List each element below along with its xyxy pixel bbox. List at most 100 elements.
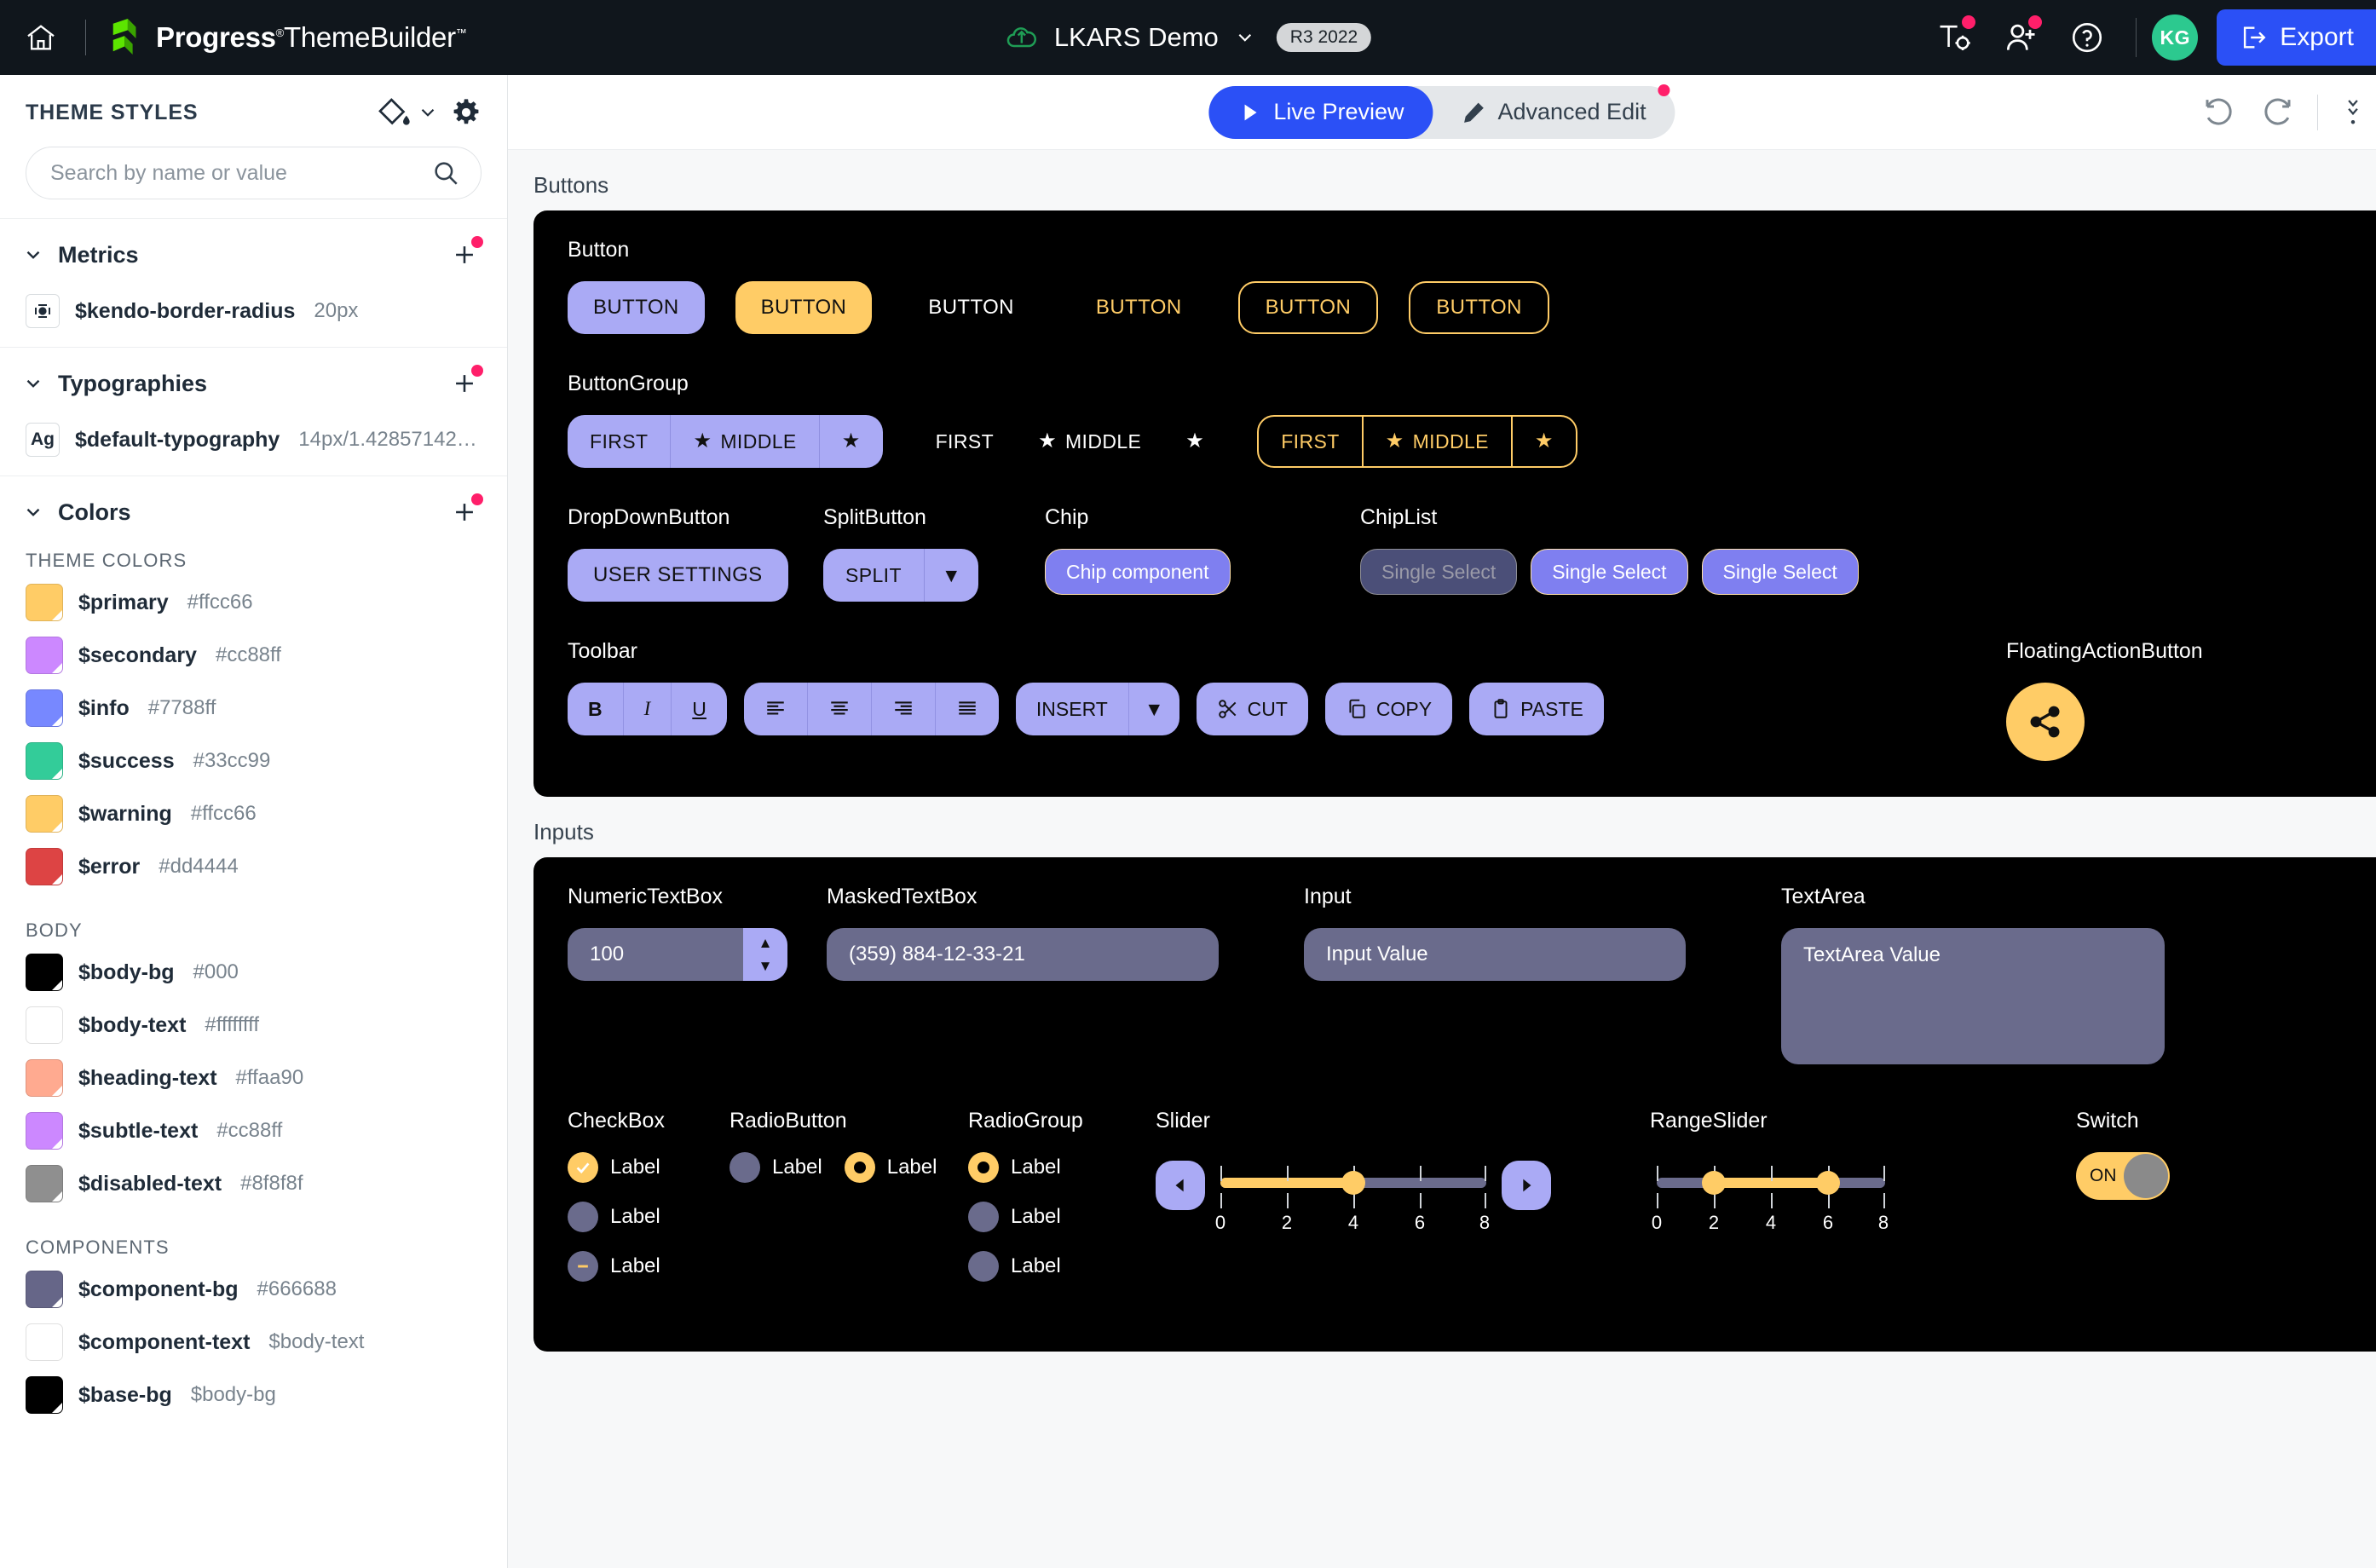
copy-button[interactable]: COPY	[1324, 683, 1453, 735]
caret-down-icon[interactable]: ▼	[1128, 683, 1179, 735]
chevron-down-icon[interactable]	[1234, 26, 1256, 49]
numeric-textbox[interactable]: 100 ▲ ▼	[568, 928, 787, 981]
sidebar-section-typographies: Typographies Ag $default-typography 14px…	[0, 347, 507, 476]
dropdown-button[interactable]: USER SETTINGS	[568, 549, 788, 602]
add-color-button[interactable]	[447, 493, 483, 529]
bg-first[interactable]: FIRST	[914, 415, 1016, 468]
caret-up-icon[interactable]: ▲	[758, 936, 773, 950]
radiogroup-item-off-1[interactable]: Label	[968, 1202, 1156, 1232]
list-item[interactable]: $primary #ffcc66	[0, 584, 507, 637]
caret-right-icon[interactable]	[1502, 1161, 1551, 1210]
list-item[interactable]: $component-text $body-text	[0, 1323, 507, 1376]
button-flat-primary[interactable]: BUTTON	[1070, 281, 1208, 334]
radiogroup-item-off-2[interactable]: Label	[968, 1251, 1156, 1282]
text-input[interactable]: Input Value	[1304, 928, 1686, 981]
caret-down-icon[interactable]: ▼	[924, 549, 979, 602]
caret-left-icon[interactable]	[1156, 1161, 1205, 1210]
underline-button[interactable]: U	[672, 683, 727, 735]
paint-bucket-dropdown[interactable]	[376, 95, 439, 130]
list-item[interactable]: $secondary #cc88ff	[0, 637, 507, 689]
bold-button[interactable]: B	[568, 683, 624, 735]
search-icon[interactable]	[431, 159, 460, 187]
bg-middle[interactable]: ★ MIDDLE	[671, 415, 820, 468]
slider-track-area[interactable]: 0 2 4 6 8	[1215, 1152, 1490, 1233]
chip-disabled[interactable]: Single Select	[1360, 549, 1518, 595]
gear-icon[interactable]	[451, 97, 482, 128]
list-item[interactable]: $disabled-text #8f8f8f	[0, 1165, 507, 1218]
masked-textbox[interactable]: (359) 884-12-33-21	[827, 928, 1219, 981]
floating-action-button[interactable]	[2006, 683, 2085, 761]
bg-last[interactable]: ★	[819, 415, 883, 468]
button-outline-1[interactable]: BUTTON	[1237, 281, 1379, 334]
tab-live-preview[interactable]: Live Preview	[1208, 85, 1433, 139]
list-item[interactable]: Ag $default-typography 14px/1.42857142…	[0, 418, 507, 476]
chip-selected-2[interactable]: Single Select	[1701, 549, 1859, 595]
typography-settings-icon[interactable]	[1921, 0, 1987, 75]
list-item[interactable]: $heading-text #ffaa90	[0, 1059, 507, 1112]
rangeslider-handle-start[interactable]	[1702, 1171, 1726, 1195]
redo-icon[interactable]	[2259, 95, 2295, 130]
list-item[interactable]: $kendo-border-radius 20px	[0, 289, 507, 347]
chip-selected-1[interactable]: Single Select	[1531, 549, 1688, 595]
help-icon[interactable]	[2054, 0, 2120, 75]
checkbox-item-indeterminate[interactable]: Label	[568, 1251, 730, 1282]
home-icon[interactable]	[19, 15, 63, 60]
checkbox-item-unchecked[interactable]: Label	[568, 1202, 730, 1232]
bg-middle[interactable]: ★ MIDDLE	[1364, 417, 1513, 466]
radio-item-on[interactable]: Label	[844, 1152, 937, 1183]
list-item[interactable]: $subtle-text #cc88ff	[0, 1112, 507, 1165]
insert-button[interactable]: INSERT	[1015, 683, 1129, 735]
cut-button[interactable]: CUT	[1196, 683, 1308, 735]
section-header-metrics[interactable]: Metrics	[0, 219, 507, 289]
checkbox-item-checked[interactable]: Label	[568, 1152, 730, 1183]
bg-last[interactable]: ★	[1513, 417, 1576, 466]
split-main[interactable]: SPLIT	[823, 549, 925, 602]
bg-first[interactable]: FIRST	[568, 415, 672, 468]
button-solid-primary[interactable]: BUTTON	[735, 281, 873, 334]
italic-button[interactable]: I	[623, 683, 672, 735]
list-item[interactable]: $warning #ffcc66	[0, 795, 507, 848]
section-header-colors[interactable]: Colors	[0, 476, 507, 546]
align-right-icon[interactable]	[871, 683, 936, 735]
avatar[interactable]: KG	[2152, 14, 2199, 61]
search-input[interactable]	[50, 160, 431, 186]
list-item[interactable]: $body-bg #000	[0, 954, 507, 1006]
rangeslider-handle-end[interactable]	[1816, 1171, 1840, 1195]
caret-down-icon[interactable]: ▼	[758, 959, 773, 973]
more-vertical-icon[interactable]	[2340, 95, 2366, 130]
bg-last[interactable]: ★	[1163, 415, 1226, 468]
list-item[interactable]: $base-bg $body-bg	[0, 1376, 507, 1429]
bg-first[interactable]: FIRST	[1259, 417, 1364, 466]
project-selector[interactable]: LKARS Demo R3 2022	[1005, 20, 1372, 55]
align-center-icon[interactable]	[807, 683, 872, 735]
add-typography-button[interactable]	[447, 365, 483, 401]
search-box[interactable]	[26, 147, 482, 199]
undo-icon[interactable]	[2201, 95, 2237, 130]
list-item[interactable]: $error #dd4444	[0, 848, 507, 901]
radio-item-off[interactable]: Label	[730, 1152, 822, 1183]
switch-toggle[interactable]: ON	[2076, 1152, 2170, 1200]
tab-advanced-edit[interactable]: Advanced Edit	[1433, 84, 1675, 139]
add-metric-button[interactable]	[447, 236, 483, 272]
slider-handle[interactable]	[1341, 1171, 1365, 1195]
button-solid-base[interactable]: BUTTON	[568, 281, 705, 334]
star-icon: ★	[1534, 429, 1554, 453]
button-flat-base[interactable]: BUTTON	[903, 281, 1040, 334]
list-item[interactable]: $info #7788ff	[0, 689, 507, 742]
paste-button[interactable]: PASTE	[1469, 683, 1604, 735]
list-item[interactable]: $component-bg #666688	[0, 1271, 507, 1323]
numeric-spinner[interactable]: ▲ ▼	[743, 928, 787, 981]
bg-middle[interactable]: ★ MIDDLE	[1016, 415, 1163, 468]
chip[interactable]: Chip component	[1045, 549, 1231, 595]
export-button[interactable]: Export	[2217, 9, 2376, 66]
list-item[interactable]: $body-text #ffffffff	[0, 1006, 507, 1059]
textarea[interactable]: TextArea Value	[1781, 928, 2165, 1064]
align-justify-icon[interactable]	[935, 683, 999, 735]
add-user-icon[interactable]	[1987, 0, 2054, 75]
button-outline-2[interactable]: BUTTON	[1409, 281, 1549, 334]
radiogroup-item-on[interactable]: Label	[968, 1152, 1156, 1183]
align-left-icon[interactable]	[743, 683, 808, 735]
rangeslider-track-area[interactable]: 0 2 4 6 8	[1652, 1152, 1889, 1233]
section-header-typographies[interactable]: Typographies	[0, 348, 507, 418]
list-item[interactable]: $success #33cc99	[0, 742, 507, 795]
